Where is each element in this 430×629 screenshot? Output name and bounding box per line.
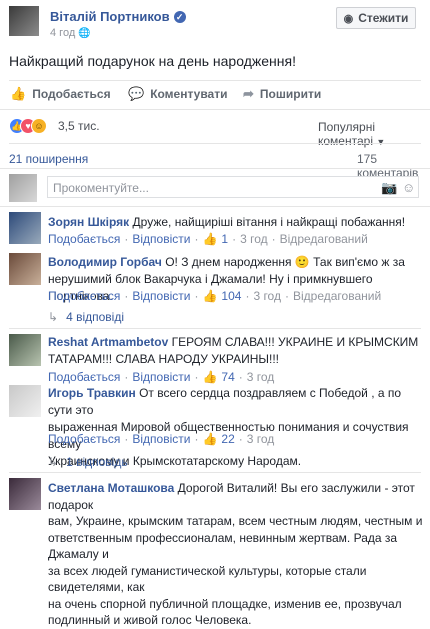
camera-icon[interactable]: 📷 [381,180,397,196]
reply-arrow-icon: ↳ [48,310,59,324]
comment-text: на очень спорной публичной площадке, изм… [48,596,402,611]
shares-link[interactable]: 21 поширення [9,152,88,166]
thumbs-up-icon: 👍 [10,86,27,101]
comment-text: за всех людей гуманистической культуры, … [48,563,367,595]
comment: Светлана Моташкова Дорогой Виталий! Вы е… [48,480,428,629]
comment: Зорян Шкіряк Друже, найщиріші вітання і … [48,214,420,231]
comment-time[interactable]: 3 год [240,232,268,246]
emoji-icon[interactable]: ☺ [402,180,415,195]
follow-label: Стежити [358,11,409,25]
like-count-icon: 👍 [202,370,218,384]
author-avatar[interactable] [9,6,39,36]
comment-reply-link[interactable]: Відповісти [132,232,190,246]
commenter-avatar[interactable] [9,478,41,510]
comment-time[interactable]: 3 год [247,432,275,446]
comment-reply-link[interactable]: Відповісти [132,289,190,303]
post-text: Найкращий подарунок на день народження! [9,53,296,69]
comment-author[interactable]: Светлана Моташкова [48,481,174,495]
comment-author[interactable]: Игорь Травкин [48,386,136,400]
post-time-text[interactable]: 4 год [50,27,75,39]
share-action-button[interactable]: ➦ Поширити [243,86,321,102]
comment-author[interactable]: Зорян Шкіряк [48,215,129,229]
reactions-summary[interactable]: 👍 ♥ ☺ [9,118,53,134]
comment-meta: Подобається · Відповісти · 👍 22 · 3 год [48,432,275,446]
share-icon: ➦ [243,86,254,101]
reply-arrow-icon: ↳ [48,455,59,469]
rss-icon: ◉ [343,12,354,25]
like-count-icon: 👍 [202,289,218,303]
comment-like-count[interactable]: 104 [221,289,241,303]
comment-text: Друже, найщиріші вітання і найкращі поба… [132,215,406,229]
verified-badge-icon: ✓ [173,11,186,23]
like-count-icon: 👍 [202,432,218,446]
commenter-avatar[interactable] [9,253,41,285]
commenter-avatar[interactable] [9,334,41,366]
comment-like-count[interactable]: 1 [221,232,228,246]
commenter-avatar[interactable] [9,385,41,417]
follow-button[interactable]: ◉ Стежити [336,7,416,29]
commenter-avatar[interactable] [9,212,41,244]
view-replies-link[interactable]: ↳ 4 відповіді [48,310,124,324]
comment-author[interactable]: Володимир Горбач [48,255,162,269]
haha-reaction-icon: ☺ [31,118,47,134]
comment-like-link[interactable]: Подобається [48,432,120,446]
divider [9,80,421,81]
comment-text: вам, Украине, крымским татарам, всем чес… [48,514,423,528]
current-user-avatar [9,174,37,202]
like-count-icon: 👍 [202,232,218,246]
comment-time[interactable]: 3 год [253,289,281,303]
comment-edited-label[interactable]: Відредагований [280,232,368,246]
comment-text: ТАТАРАМ!!! СЛАВА НАРОДУ УКРАИНЫ!!! [48,352,279,366]
comment-text: ГЕРОЯМ СЛАВА!!! УКРАИНЕ И КРЫМСКИМ [171,335,419,349]
comment-author[interactable]: Reshat Artmambetov [48,335,168,349]
comment-like-link[interactable]: Подобається [48,232,120,246]
divider [9,143,421,144]
comment-like-link[interactable]: Подобається [48,289,120,303]
comment-meta: Подобається · Відповісти · 👍 1 · 3 год · Від… [48,232,368,246]
globe-icon: 🌐 [78,28,91,39]
divider [9,328,421,329]
replies-count: 4 відповіді [66,310,124,324]
divider [9,472,421,473]
comment-edited-label[interactable]: Відредагований [293,289,381,303]
like-action-button[interactable]: 👍 Подобається [10,86,111,102]
comment-input-placeholder: Прокоментуйте... [53,181,149,195]
comment-like-link[interactable]: Подобається [48,370,120,384]
post-author[interactable]: Віталій Портников ✓ [50,9,186,24]
comment-icon: 💬 [128,86,145,101]
post-time[interactable]: 4 год 🌐 [50,27,91,39]
view-replies-link[interactable]: ↳ 1 відповідь [48,455,128,469]
comment-reply-link[interactable]: Відповісти [132,432,190,446]
comment-text: О! З днем народження 🙂 Так вип'ємо ж за [165,255,405,269]
comment-time[interactable]: 3 год [247,370,275,384]
comment-text: подлинный и живой голос Человека. [48,613,252,627]
comment-text: ответственным профессионалам, невинным ж… [48,530,398,562]
comment-like-count[interactable]: 74 [221,370,234,384]
caret-down-icon: ▼ [376,137,386,147]
comment: Reshat Artmambetov ГЕРОЯМ СЛАВА!!! УКРАИ… [48,334,423,368]
divider [0,168,430,169]
comment-meta: Подобається · Відповісти · 👍 104 · 3 год · В… [48,289,382,303]
comment-action-label: Коментувати [150,87,228,101]
reactions-count[interactable]: 3,5 тис. [58,119,100,133]
replies-count: 1 відповідь [66,455,128,469]
divider [0,206,430,207]
share-action-label: Поширити [259,87,322,101]
post-author-name[interactable]: Віталій Портников [50,9,170,24]
like-action-label: Подобається [32,87,111,101]
comment-like-count[interactable]: 22 [221,432,234,446]
divider [0,109,430,110]
comment-reply-link[interactable]: Відповісти [132,370,190,384]
comment-action-button[interactable]: 💬 Коментувати [128,86,227,102]
comment-meta: Подобається · Відповісти · 👍 74 · 3 год [48,370,275,384]
